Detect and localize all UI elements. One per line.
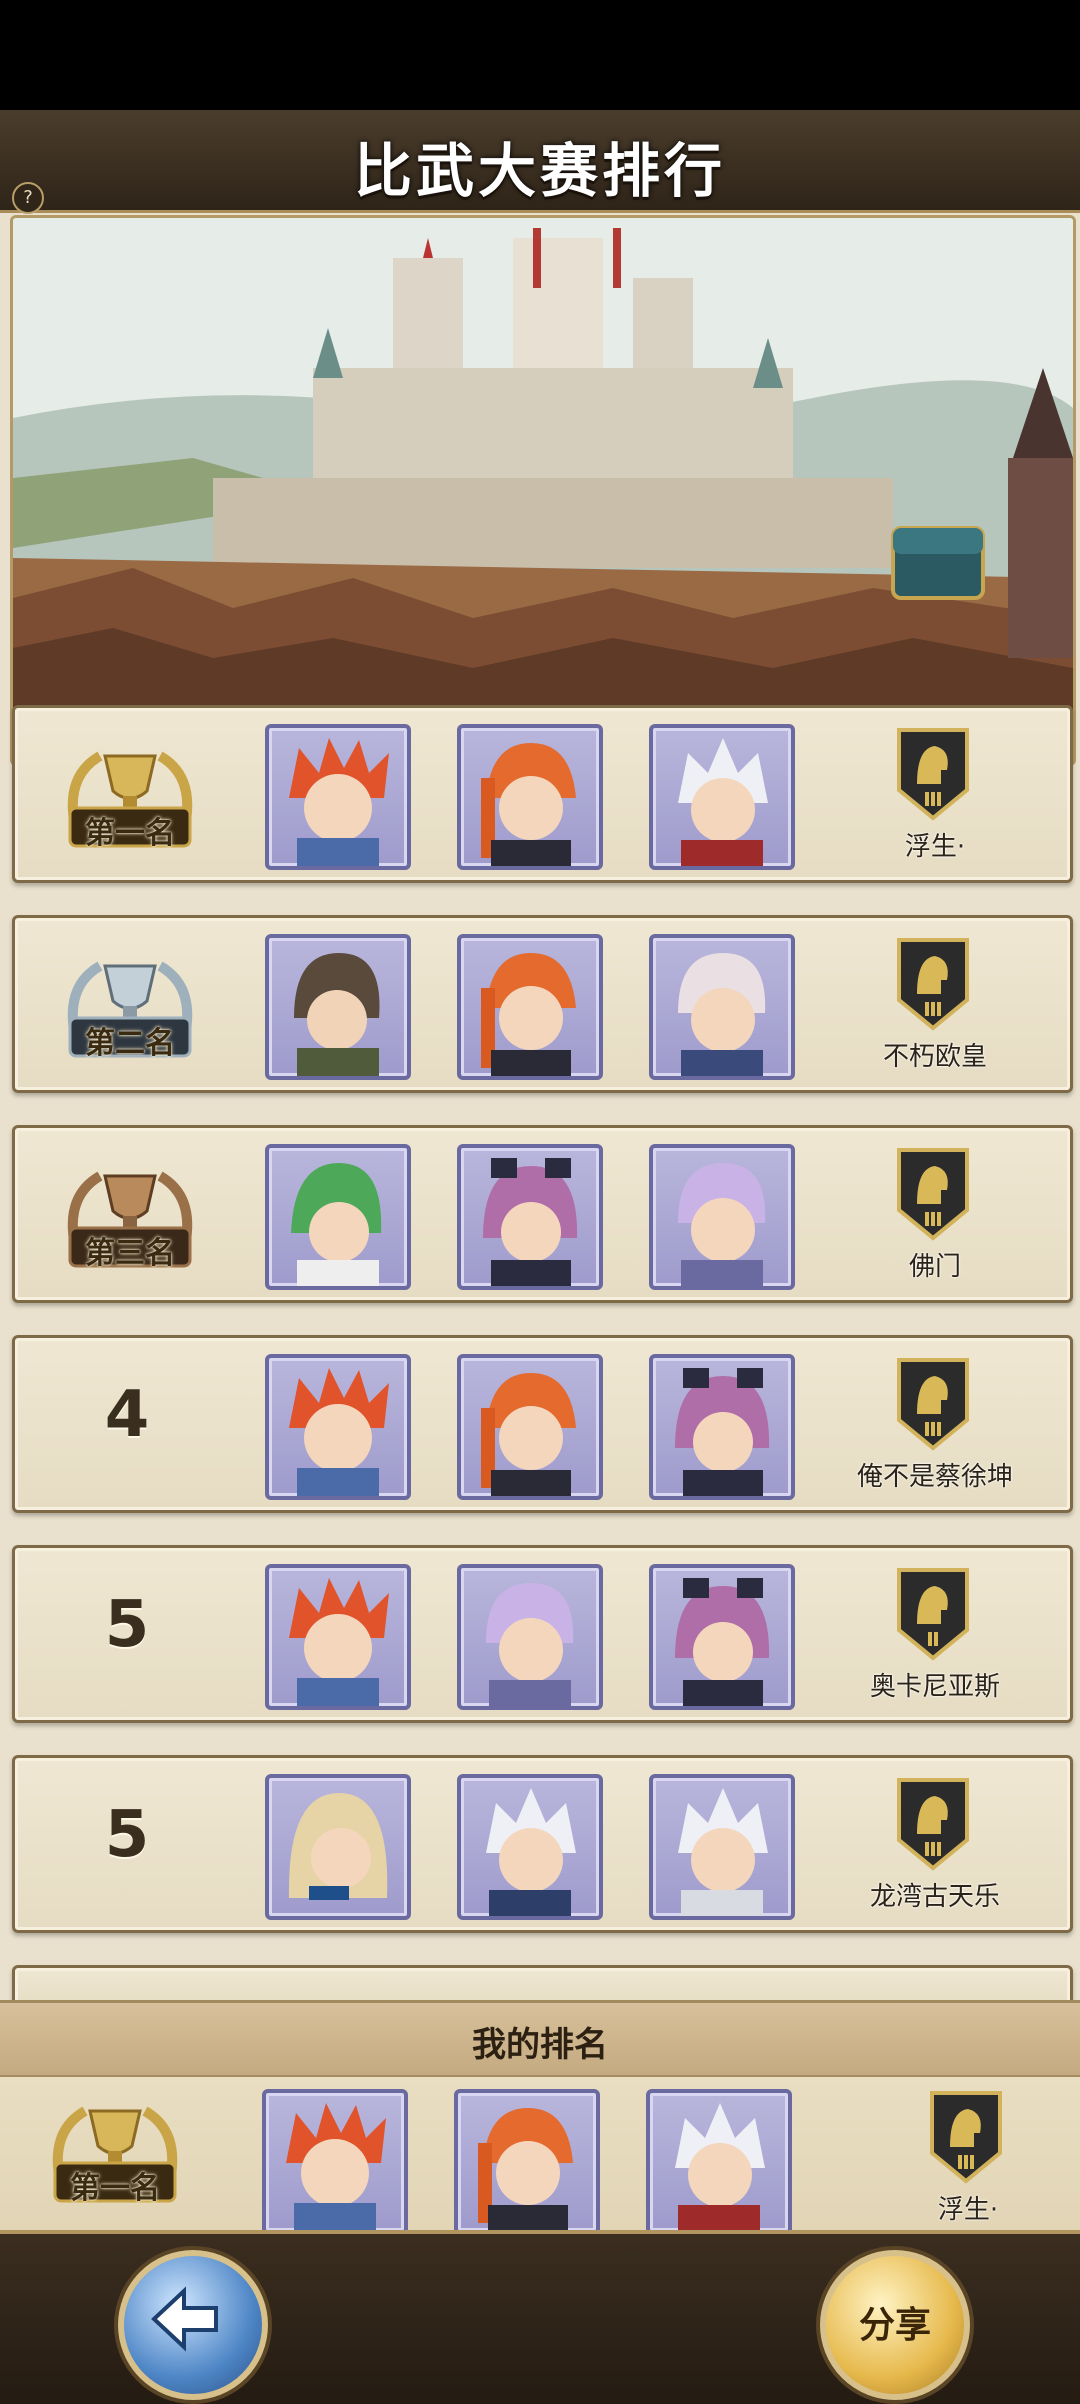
share-label: 分享 bbox=[858, 2305, 931, 2346]
rank-number: 5 bbox=[104, 1588, 150, 1662]
ranking-row-2[interactable]: 第二名 不朽欧皇 bbox=[12, 915, 1073, 1093]
rank-label: 第二名 bbox=[85, 1026, 175, 1061]
player-name: 浮生· bbox=[937, 2195, 999, 2225]
gold-medal-icon: 第一名 bbox=[40, 2091, 190, 2211]
player-name: 浮生· bbox=[904, 832, 966, 862]
share-button[interactable]: 分享 bbox=[820, 2250, 970, 2400]
hero-portrait-lavender-hair[interactable] bbox=[649, 1144, 795, 1290]
rank-label: 第一名 bbox=[85, 816, 175, 851]
hero-portrait-white-hair[interactable] bbox=[457, 1774, 603, 1920]
helmet-badge-icon bbox=[928, 2089, 1004, 2185]
hero-portrait-white-hair[interactable] bbox=[649, 724, 795, 870]
player-name: 不朽欧皇 bbox=[882, 1042, 987, 1072]
player-name: 奥卡尼亚斯 bbox=[869, 1672, 1000, 1702]
helmet-badge-icon bbox=[895, 1566, 971, 1662]
hero-portrait-green-hair[interactable] bbox=[265, 1144, 411, 1290]
ranking-row-4[interactable]: 4 俺不是蔡徐坤 bbox=[12, 1335, 1073, 1513]
hero-portrait-orange-ponytail[interactable] bbox=[457, 1354, 603, 1500]
leaderboard-frame: 比武大赛排行 ? 第一名 浮生· 第二名 不朽欧皇 第三名 佛门 4 俺不是蔡徐… bbox=[0, 110, 1080, 2404]
hero-portrait-orange-ponytail[interactable] bbox=[454, 2089, 600, 2235]
hero-portrait-red-spiky[interactable] bbox=[265, 724, 411, 870]
back-button[interactable] bbox=[118, 2250, 268, 2400]
bronze-medal-icon: 第三名 bbox=[55, 1156, 205, 1276]
helmet-badge-icon bbox=[895, 726, 971, 822]
back-arrow-icon bbox=[151, 2286, 218, 2352]
player-name: 佛门 bbox=[908, 1252, 961, 1282]
helmet-badge-icon bbox=[895, 1356, 971, 1452]
hero-portrait-purple-ribbon[interactable] bbox=[649, 1564, 795, 1710]
helmet-badge-icon bbox=[895, 1776, 971, 1872]
hero-portrait-brown-hair[interactable] bbox=[265, 934, 411, 1080]
help-icon[interactable]: ? bbox=[12, 182, 44, 214]
helmet-badge-icon bbox=[895, 936, 971, 1032]
gold-medal-icon: 第一名 bbox=[55, 736, 205, 856]
title-bar: 比武大赛排行 ? bbox=[0, 110, 1080, 214]
my-rank-panel: 我的排名 第一名 浮生· bbox=[0, 2000, 1080, 2235]
my-rank-header: 我的排名 bbox=[0, 2003, 1080, 2077]
hero-portrait-orange-ponytail[interactable] bbox=[457, 934, 603, 1080]
hero-portrait-lavender-hair[interactable] bbox=[457, 1564, 603, 1710]
ranking-row-3[interactable]: 第三名 佛门 bbox=[12, 1125, 1073, 1303]
hero-portrait-white-hair[interactable] bbox=[646, 2089, 792, 2235]
my-rank-title: 我的排名 bbox=[472, 2025, 608, 2065]
castle-banner bbox=[10, 215, 1076, 766]
ranking-row-5[interactable]: 5 奥卡尼亚斯 bbox=[12, 1545, 1073, 1723]
hero-portrait-red-spiky[interactable] bbox=[262, 2089, 408, 2235]
rank-number: 5 bbox=[104, 1798, 150, 1872]
rank-number: 4 bbox=[104, 1378, 150, 1452]
rank-label: 第三名 bbox=[85, 1236, 175, 1271]
silver-medal-icon: 第二名 bbox=[55, 946, 205, 1066]
status-bar bbox=[0, 0, 1080, 110]
hero-portrait-blonde[interactable] bbox=[265, 1774, 411, 1920]
hero-portrait-pink-white-hair[interactable] bbox=[649, 934, 795, 1080]
hero-portrait-red-spiky[interactable] bbox=[265, 1564, 411, 1710]
ranking-row-6[interactable]: 5 龙湾古天乐 bbox=[12, 1755, 1073, 1933]
hero-portrait-purple-ribbon[interactable] bbox=[457, 1144, 603, 1290]
hero-portrait-orange-ponytail[interactable] bbox=[457, 724, 603, 870]
page-title: 比武大赛排行 bbox=[353, 137, 726, 205]
hero-portrait-red-spiky[interactable] bbox=[265, 1354, 411, 1500]
hero-portrait-white-hair[interactable] bbox=[649, 1774, 795, 1920]
helmet-badge-icon bbox=[895, 1146, 971, 1242]
rank-label: 第一名 bbox=[70, 2171, 160, 2206]
ranking-row-1[interactable]: 第一名 浮生· bbox=[12, 705, 1073, 883]
hero-portrait-purple-ribbon[interactable] bbox=[649, 1354, 795, 1500]
player-name: 俺不是蔡徐坤 bbox=[856, 1462, 1013, 1492]
player-name: 龙湾古天乐 bbox=[869, 1882, 1000, 1912]
